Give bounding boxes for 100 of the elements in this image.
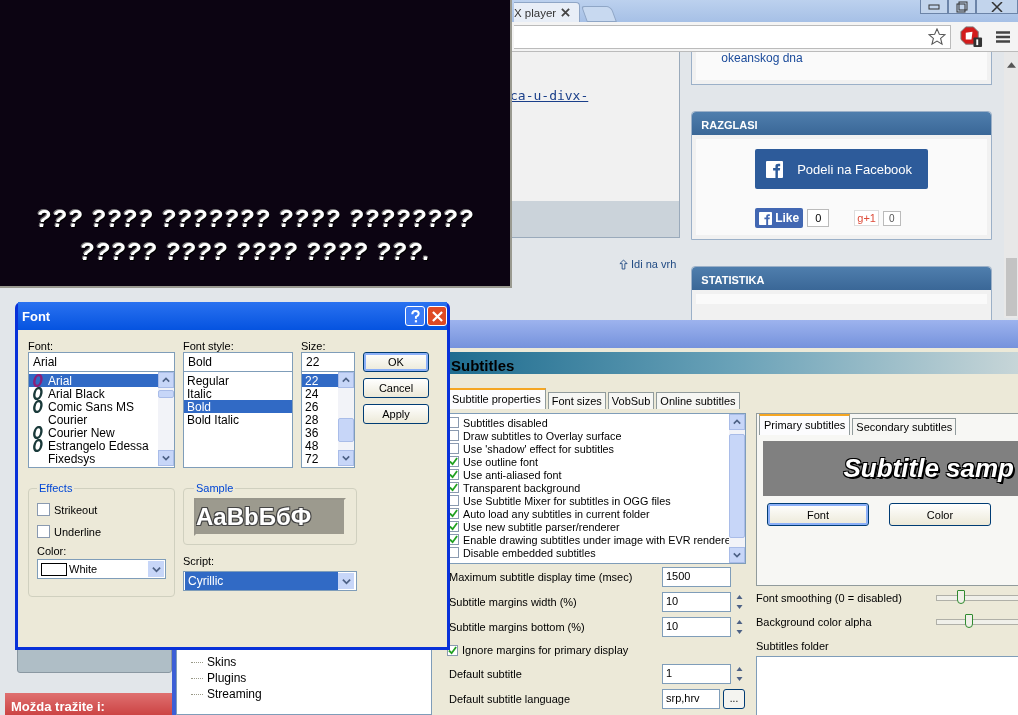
slider-thumb[interactable] (956, 589, 965, 604)
tab[interactable]: Secondary subtitles (852, 418, 957, 435)
back-to-top-link[interactable]: Idi na vrh (631, 258, 677, 270)
dialog-button[interactable]: Font (767, 503, 869, 526)
tree-item[interactable]: Skins (207, 655, 237, 669)
input-field[interactable]: srp,hrv (662, 688, 720, 709)
group-title: Sample (195, 482, 235, 494)
widget-title: STATISTIKA (701, 274, 765, 286)
field-label: Subtitle margins width (%) (448, 595, 578, 608)
scroll-thumb[interactable] (338, 418, 354, 442)
related-link[interactable]: okeanskog dna (696, 52, 987, 80)
plus-one-button[interactable]: g+1 (854, 210, 879, 226)
dropdown-button[interactable] (338, 573, 354, 589)
list-item[interactable]: Courier New (29, 426, 158, 439)
input-field[interactable]: 22 (301, 352, 355, 372)
list-item[interactable]: 28 (302, 413, 338, 426)
checkbox-label: Use Subtitle Mixer for subtitles in OGG files (463, 494, 671, 507)
scroll-down-icon[interactable] (733, 551, 741, 559)
scroll-thumb[interactable] (158, 390, 174, 398)
tab[interactable]: Font sizes (547, 392, 606, 409)
section-title: Subtitles (451, 357, 515, 374)
star-icon[interactable] (928, 27, 946, 46)
list-item[interactable]: Arial Black (29, 387, 158, 400)
scrollbar[interactable] (338, 372, 354, 466)
minimize-button[interactable] (920, 0, 948, 14)
dialog-button[interactable]: Cancel (363, 378, 429, 398)
field-label: Default subtitle language (448, 692, 572, 705)
tree-item[interactable]: Plugins (207, 671, 247, 685)
list-item[interactable]: 24 (302, 387, 338, 400)
list-item[interactable]: Regular (184, 374, 292, 387)
field-label: Subtitles folder (756, 640, 830, 654)
scrollbar[interactable] (729, 414, 745, 563)
folder-list[interactable] (756, 656, 1018, 715)
checkbox-label: Underline (54, 525, 102, 538)
field-label: Font style: (183, 339, 235, 352)
widget-title: RAZGLASI (701, 119, 758, 131)
script-dropdown[interactable]: Cyrillic (183, 571, 357, 591)
article-link[interactable]: ca-u-divx- (510, 88, 680, 103)
checkbox-label: Subtitles disabled (463, 416, 548, 429)
input-field[interactable]: Arial (28, 352, 175, 372)
list-item[interactable]: Comic Sans MS (29, 400, 158, 413)
checkbox[interactable] (37, 525, 50, 538)
list-item[interactable]: 72 (302, 452, 338, 465)
input-field[interactable]: 1500 (662, 566, 731, 587)
dropdown-button[interactable] (148, 561, 164, 577)
scroll-thumb[interactable] (729, 434, 745, 538)
scroll-up-icon[interactable] (1006, 62, 1016, 68)
preview-text: Subtitle samp (843, 453, 1015, 484)
input-field[interactable]: 10 (662, 616, 731, 637)
scroll-up-icon[interactable] (342, 376, 350, 384)
tab[interactable]: Primary subtitles (759, 414, 851, 435)
input-field[interactable]: Bold (183, 352, 293, 372)
scrollbar[interactable] (158, 372, 174, 466)
close-icon[interactable] (561, 8, 571, 17)
scrollbar[interactable] (1004, 52, 1018, 318)
scroll-thumb[interactable] (1005, 258, 1017, 316)
color-dropdown[interactable]: White (37, 559, 166, 579)
restore-button[interactable] (948, 0, 976, 14)
scroll-down-icon[interactable] (342, 454, 350, 462)
list-item[interactable]: Italic (184, 387, 292, 400)
browser-tab[interactable]: X player (514, 2, 580, 22)
font-type-icon (32, 426, 44, 439)
dialog-button[interactable]: Apply (363, 404, 429, 424)
tree-item[interactable]: Streaming (207, 687, 262, 701)
scroll-up-icon[interactable] (733, 418, 741, 426)
list-item[interactable]: 22 (302, 374, 338, 387)
close-icon (991, 1, 1003, 12)
dialog-button[interactable]: OK (363, 352, 429, 372)
suggestions-title: Možda tražite i: (11, 699, 105, 714)
caret-icon (341, 576, 351, 586)
like-button[interactable]: Like (755, 208, 804, 228)
stop-hand-icon[interactable] (959, 25, 984, 48)
dialog-button[interactable]: Color (889, 503, 991, 526)
list-item[interactable]: Courier (29, 413, 158, 426)
input-field[interactable]: 10 (662, 591, 731, 612)
facebook-share-button[interactable]: Podeli na Facebook (755, 149, 929, 189)
scroll-up-icon[interactable] (162, 376, 170, 384)
menu-icon[interactable] (996, 30, 1010, 43)
checkbox[interactable] (37, 503, 50, 516)
list-item[interactable]: Arial (29, 374, 158, 387)
font-type-icon (32, 374, 44, 387)
list-item[interactable]: Bold (184, 400, 292, 413)
input-field[interactable]: 1 (662, 663, 731, 684)
slider-thumb[interactable] (965, 613, 974, 628)
tab[interactable]: VobSub (607, 392, 655, 409)
list-item[interactable]: 26 (302, 400, 338, 413)
tab[interactable]: Subtitle properties (447, 388, 546, 409)
list-item[interactable]: Estrangelo Edessa (29, 439, 158, 452)
close-button[interactable] (976, 0, 1018, 14)
list-item[interactable]: 36 (302, 426, 338, 439)
up-arrow-icon (619, 258, 629, 270)
field-label: Subtitle margins bottom (%) (448, 620, 586, 633)
checkbox-label: Ignore margins for primary display (462, 644, 629, 656)
list-item[interactable]: 48 (302, 439, 338, 452)
list-item[interactable]: Bold Italic (184, 413, 292, 426)
scroll-down-icon[interactable] (162, 454, 170, 462)
browse-button[interactable]: ... (723, 688, 745, 709)
help-button[interactable] (405, 306, 425, 326)
tab[interactable]: Online subtitles (656, 392, 740, 409)
list-item[interactable]: Fixedsys (29, 452, 158, 465)
